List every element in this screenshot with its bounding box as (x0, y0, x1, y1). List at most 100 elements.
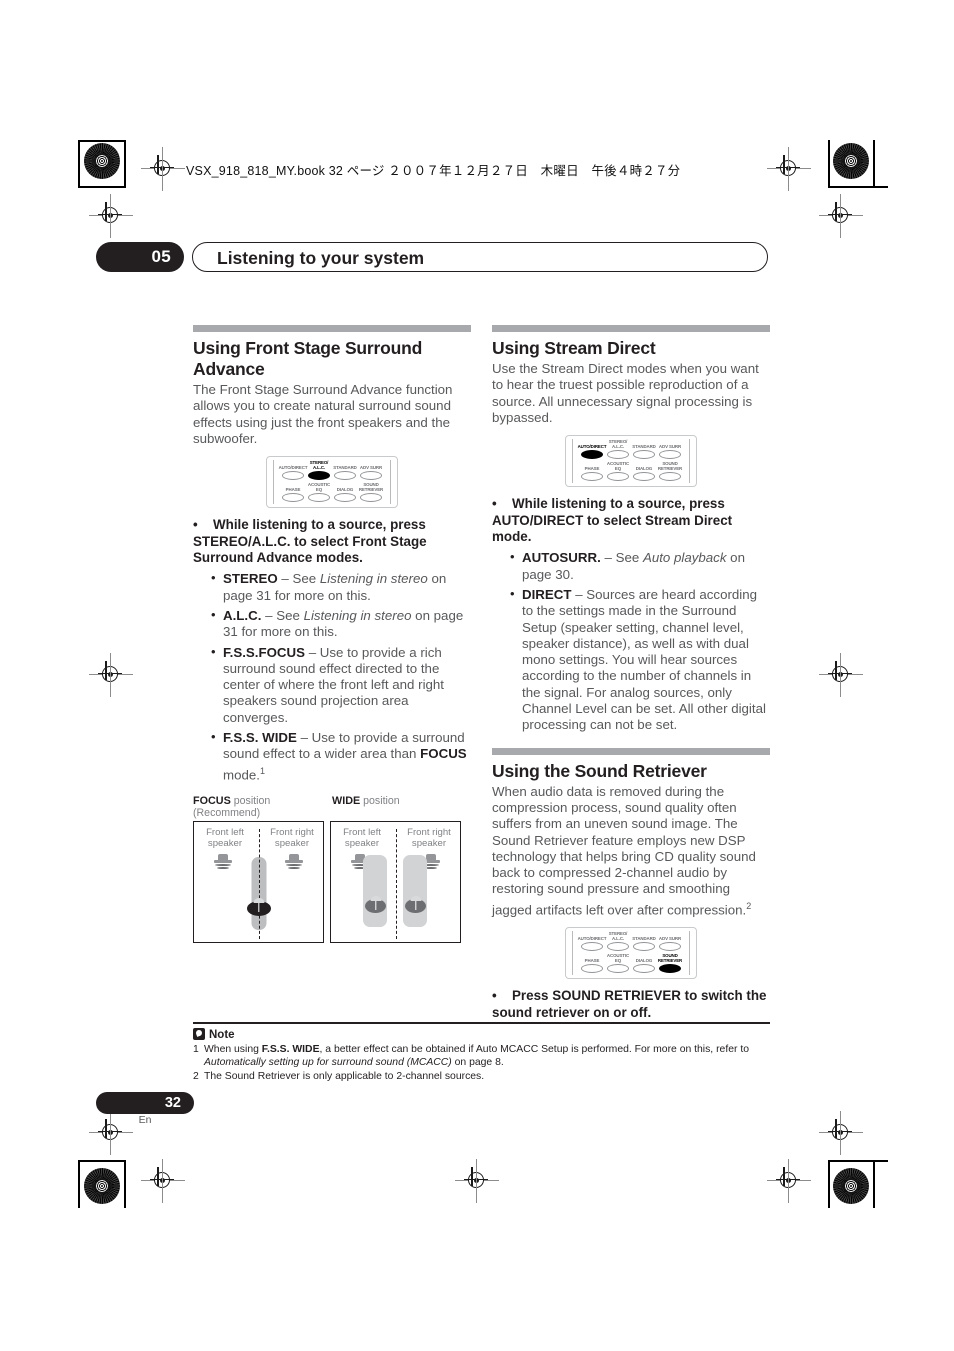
caption-focus-bold: FOCUS (193, 795, 231, 808)
remote-key-button[interactable] (607, 942, 629, 952)
remote-key-acoustic-eq[interactable]: ACOUSTIC EQ (605, 461, 631, 483)
note-icon (193, 1027, 205, 1040)
note-number: 2 (193, 1070, 199, 1082)
remote-key-label: STANDARD (333, 465, 357, 471)
remote-key-button[interactable] (659, 964, 681, 974)
remote-key-button[interactable] (581, 942, 603, 952)
remote-key-button[interactable] (581, 450, 603, 460)
crop-mark-top-left-v (124, 140, 126, 188)
section-intro-front-stage-surround: The Front Stage Surround Advance functio… (193, 382, 453, 446)
remote-key-standard[interactable]: STANDARD (631, 931, 657, 953)
note-number: 1 (193, 1043, 199, 1055)
remote-key-button[interactable] (633, 472, 655, 482)
remote-key-button[interactable] (659, 472, 681, 482)
remote-row-1: AUTO/DIRECT STEREO/ A.L.C. STANDARD ADV … (269, 460, 395, 482)
section-heading-stream-direct: Using Stream Direct (492, 338, 656, 358)
remote-key-panel-sound-retriever: AUTO/DIRECT STEREO/ A.L.C. STANDARD ADV … (565, 927, 697, 980)
remote-key-button[interactable] (581, 964, 603, 974)
remote-key-sound-retriever[interactable]: SOUND RETRIEVER (657, 953, 683, 975)
remote-key-button[interactable] (282, 493, 304, 503)
note-bold: F.S.S. WIDE (261, 1043, 320, 1055)
remote-key-standard[interactable]: STANDARD (631, 439, 657, 461)
registration-target-left-mid (89, 653, 133, 697)
remote-key-phase[interactable]: PHASE (280, 482, 306, 504)
remote-key-button[interactable] (334, 493, 356, 503)
page-number-badge: 32 (96, 1092, 194, 1114)
remote-key-button[interactable] (607, 472, 629, 482)
remote-key-button[interactable] (360, 471, 382, 481)
remote-key-auto-direct[interactable]: AUTO/DIRECT (577, 439, 607, 461)
remote-key-adv-surr[interactable]: ADV SURR (657, 931, 683, 953)
remote-key-button[interactable] (659, 942, 681, 952)
remote-key-phase[interactable]: PHASE (579, 461, 605, 483)
remote-key-button[interactable] (308, 471, 330, 481)
mode-term: F.S.S.FOCUS (223, 644, 306, 660)
remote-key-label: DIALOG (635, 466, 653, 472)
list-item-fss-focus: F.S.S.FOCUS – Use to provide a rich surr… (211, 644, 471, 726)
crop-mark-bottom-left-v2 (124, 1160, 126, 1208)
left-column: Using Front Stage Surround Advance The F… (193, 325, 471, 944)
remote-key-button[interactable] (282, 471, 304, 481)
remote-key-button[interactable] (659, 450, 681, 460)
footnote-ref: 2 (746, 900, 752, 911)
remote-key-standard[interactable]: STANDARD (332, 460, 358, 482)
remote-key-stereo-alc[interactable]: STEREO/ A.L.C. (306, 460, 332, 482)
mode-dash: – See (600, 550, 643, 566)
remote-key-label: AUTO/DIRECT (577, 444, 607, 450)
remote-key-button[interactable] (633, 450, 655, 460)
section-intro-sound-retriever: When audio data is removed during the co… (492, 784, 770, 919)
remote-key-acoustic-eq[interactable]: ACOUSTIC EQ (306, 482, 332, 504)
front-right-speaker-icon (283, 854, 305, 871)
notes-divider (193, 1022, 770, 1024)
remote-key-adv-surr[interactable]: ADV SURR (358, 460, 384, 482)
remote-key-dialog[interactable]: DIALOG (631, 953, 657, 975)
note-italic: Automatically setting up for surround so… (204, 1056, 452, 1068)
remote-key-stereo-alc[interactable]: STEREO/ A.L.C. (605, 439, 631, 461)
remote-key-sound-retriever[interactable]: SOUND RETRIEVER (657, 461, 683, 483)
remote-key-label: PHASE (584, 958, 600, 964)
remote-key-button[interactable] (607, 450, 629, 460)
remote-key-button[interactable] (581, 472, 603, 482)
note-item-2: 2 The Sound Retriever is only applicable … (193, 1070, 770, 1083)
center-axis-dashed-line (258, 829, 260, 940)
remote-key-sound-retriever[interactable]: SOUND RETRIEVER (358, 482, 384, 504)
remote-key-button[interactable] (360, 493, 382, 503)
section-rule (492, 325, 770, 332)
crop-mark-bottom-right-v2 (873, 1160, 875, 1208)
remote-key-button[interactable] (334, 471, 356, 481)
registration-rosette-top-left (84, 143, 120, 179)
remote-key-label: SOUND RETRIEVER (358, 482, 384, 493)
section-heading-sound-retriever: Using the Sound Retriever (492, 760, 707, 781)
remote-key-dialog[interactable]: DIALOG (332, 482, 358, 504)
crop-mark-top-left-h (78, 140, 126, 142)
remote-key-button[interactable] (633, 964, 655, 974)
section-heading-front-stage-surround: Using Front Stage Surround Advance (193, 338, 423, 379)
figure-wide-diagram: Front left speaker Front right speaker (330, 821, 461, 944)
note-pre: When using (204, 1043, 262, 1055)
registration-rosette-bottom-left (84, 1168, 120, 1204)
remote-key-label: SOUND RETRIEVER (657, 953, 683, 964)
notes-heading: Note (193, 1027, 770, 1041)
instruction-text: While listening to a source, press AUTO/… (492, 496, 733, 544)
remote-key-button[interactable] (308, 493, 330, 503)
remote-key-button[interactable] (633, 942, 655, 952)
remote-key-phase[interactable]: PHASE (579, 953, 605, 975)
running-header: VSX_918_818_MY.book 32 ページ ２００７年１２月２７日 木… (186, 164, 681, 178)
crop-mark-bottom-left-h (78, 1160, 126, 1162)
remote-key-stereo-alc[interactable]: STEREO/ A.L.C. (605, 931, 631, 953)
mode-term: F.S.S. WIDE (223, 730, 297, 746)
remote-key-label: STEREO/ A.L.C. (608, 439, 628, 450)
list-item-autosurr: AUTOSURR. – See Auto playback on page 30… (510, 549, 770, 583)
remote-key-dialog[interactable]: DIALOG (631, 461, 657, 483)
remote-key-auto-direct[interactable]: AUTO/DIRECT (578, 931, 607, 953)
remote-key-acoustic-eq[interactable]: ACOUSTIC EQ (605, 953, 631, 975)
remote-key-button[interactable] (607, 964, 629, 974)
figure-captions: FOCUS position (Recommend) WIDE position (193, 795, 471, 819)
note-post: on page 8. (451, 1056, 504, 1068)
registration-target-bottom-left (141, 1159, 185, 1203)
remote-key-adv-surr[interactable]: ADV SURR (657, 439, 683, 461)
remote-key-auto-direct[interactable]: AUTO/DIRECT (279, 460, 308, 482)
remote-key-label: ACOUSTIC EQ (606, 953, 630, 964)
note-item-1: 1 When using F.S.S. WIDE, a better effect… (193, 1043, 770, 1069)
speaker-label-left: Front left speaker (343, 827, 381, 850)
